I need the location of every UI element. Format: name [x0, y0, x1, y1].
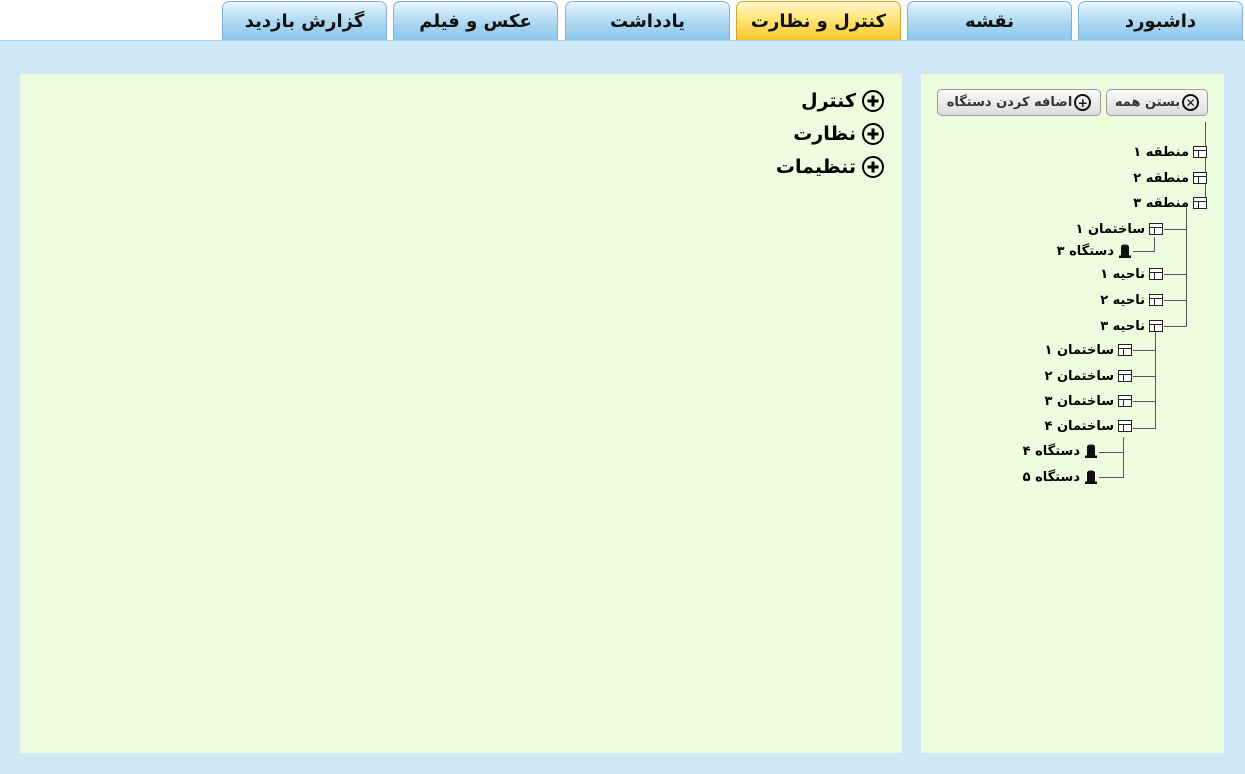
tree-node-label: دستگاه ۳	[1056, 243, 1114, 259]
folder-icon	[1148, 318, 1164, 334]
tree-node-label: ناحیه ۲	[1100, 292, 1145, 308]
tab-notes[interactable]: یادداشت	[565, 1, 730, 40]
section-monitoring-label: نظارت	[793, 123, 856, 145]
section-monitoring[interactable]: نظارت	[793, 123, 884, 145]
device-icon	[1083, 469, 1099, 485]
content-panel: کنترل نظارت تنظیمات	[20, 74, 902, 753]
device-icon	[1083, 443, 1099, 459]
tree-node[interactable]: دستگاه ۴	[1023, 443, 1099, 459]
tree-node-label: ساختمان ۴	[1044, 418, 1115, 434]
tree-node[interactable]: ناحیه ۱	[1100, 266, 1164, 282]
tree-node[interactable]: ساختمان ۴	[1045, 418, 1134, 434]
tree-node-label: ساختمان ۱	[1044, 342, 1115, 358]
device-icon	[1117, 243, 1133, 259]
tab-dashboard[interactable]: داشبورد	[1078, 1, 1243, 40]
tree-panel: ✕ بستن همه + اضافه کردن دستگاه منطقه ۱ م…	[921, 74, 1224, 753]
tree-node-label: ساختمان ۱	[1075, 221, 1146, 237]
folder-icon	[1117, 418, 1133, 434]
folder-icon	[1117, 393, 1133, 409]
tree-node-label: منطقه ۲	[1133, 170, 1189, 186]
plus-circle-icon[interactable]	[862, 156, 884, 178]
section-settings-label: تنظیمات	[775, 156, 856, 178]
folder-icon	[1148, 292, 1164, 308]
tree-node-label: دستگاه ۴	[1022, 443, 1080, 459]
tab-visit-report[interactable]: گزارش بازدید	[222, 1, 387, 40]
tree-node-label: ساختمان ۳	[1044, 393, 1115, 409]
tree-node[interactable]: ساختمان ۲	[1045, 368, 1134, 384]
folder-icon	[1117, 342, 1133, 358]
tree-node-label: ناحیه ۱	[1100, 266, 1145, 282]
tree-node-label: ناحیه ۳	[1100, 318, 1145, 334]
tree-node[interactable]: دستگاه ۳	[1057, 243, 1133, 259]
folder-icon	[1192, 170, 1208, 186]
tab-control-monitoring[interactable]: کنترل و نظارت	[736, 1, 901, 40]
tree-node[interactable]: ناحیه ۲	[1100, 292, 1164, 308]
tree-node-label: منطقه ۳	[1133, 195, 1189, 211]
tree-node[interactable]: ناحیه ۳	[1100, 318, 1164, 334]
folder-icon	[1192, 195, 1208, 211]
tree-node-label: منطقه ۱	[1133, 144, 1189, 160]
tree-node[interactable]: دستگاه ۵	[1023, 469, 1099, 485]
folder-icon	[1117, 368, 1133, 384]
plus-circle-icon[interactable]	[862, 123, 884, 145]
folder-icon	[1192, 144, 1208, 160]
tree-node[interactable]: منطقه ۲	[1133, 170, 1208, 186]
tree-node[interactable]: منطقه ۱	[1133, 144, 1208, 160]
tree-node-label: ساختمان ۲	[1044, 368, 1115, 384]
tree-node[interactable]: ساختمان ۳	[1045, 393, 1134, 409]
main-frame: کنترل نظارت تنظیمات ✕ بستن همه + اضافه ک…	[0, 40, 1245, 774]
tab-bar: داشبورد نقشه کنترل و نظارت یادداشت عکس و…	[0, 0, 1245, 42]
tree-node[interactable]: ساختمان ۱	[1076, 221, 1165, 237]
tree-node[interactable]: منطقه ۳	[1133, 195, 1208, 211]
section-settings[interactable]: تنظیمات	[776, 156, 884, 178]
tab-photo-video[interactable]: عکس و فیلم	[393, 1, 558, 40]
tab-map[interactable]: نقشه	[907, 1, 1072, 40]
tree-node[interactable]: ساختمان ۱	[1045, 342, 1134, 358]
section-control-label: کنترل	[801, 90, 856, 112]
section-control[interactable]: کنترل	[801, 90, 884, 112]
folder-icon	[1148, 221, 1164, 237]
tree-node-label: دستگاه ۵	[1022, 469, 1080, 485]
plus-circle-icon[interactable]	[862, 90, 884, 112]
folder-icon	[1148, 266, 1164, 282]
